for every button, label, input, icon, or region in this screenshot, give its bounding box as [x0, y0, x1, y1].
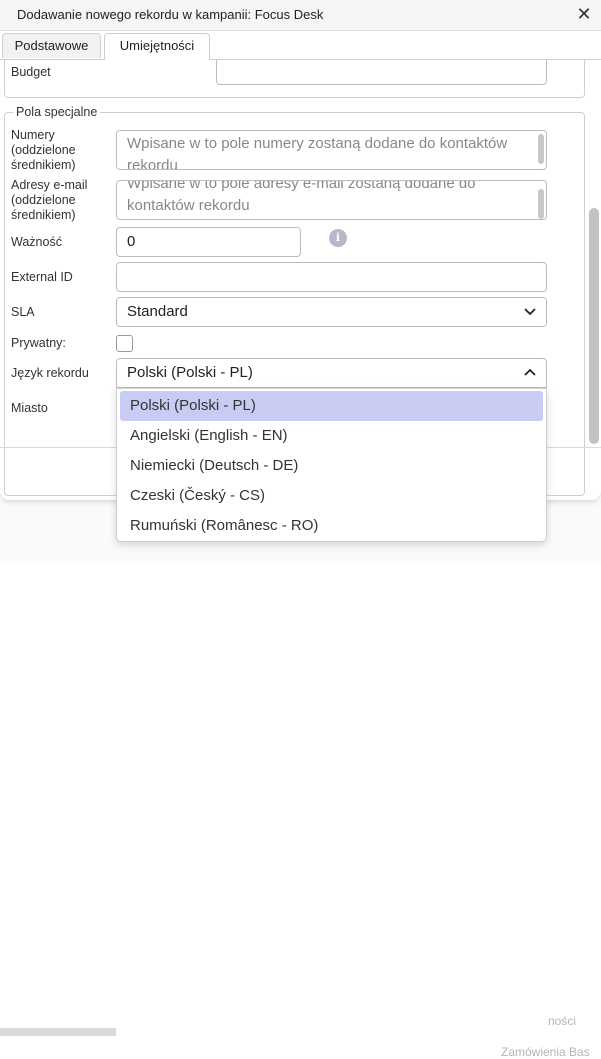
budget-label: Budget: [11, 65, 51, 79]
emails-textarea[interactable]: Wpisane w to pole adresy e-mail zostaną …: [116, 180, 547, 220]
emails-scrollbar[interactable]: [538, 189, 544, 219]
language-dropdown: Polski (Polski - PL) Angielski (English …: [116, 388, 547, 542]
close-icon[interactable]: ✕: [574, 4, 594, 24]
numbers-placeholder: Wpisane w to pole numery zostaną dodane …: [127, 135, 508, 170]
emails-placeholder: Wpisane w to pole adresy e-mail zostaną …: [127, 180, 476, 214]
tab-umiejetnosci[interactable]: Umiejętności: [104, 33, 210, 60]
background-scrollbar: [0, 1028, 116, 1036]
background-text-2: Zamówienia Bas: [501, 1045, 590, 1059]
budget-input[interactable]: [216, 60, 547, 85]
language-label: Język rekordu: [11, 366, 89, 380]
dialog-titlebar: Dodawanie nowego rekordu w kampanii: Foc…: [0, 0, 601, 31]
sla-label: SLA: [11, 305, 35, 319]
numbers-textarea[interactable]: Wpisane w to pole numery zostaną dodane …: [116, 130, 547, 170]
private-checkbox[interactable]: [116, 335, 133, 352]
city-label: Miasto: [11, 401, 48, 415]
dialog-title: Dodawanie nowego rekordu w kampanii: Foc…: [17, 7, 324, 22]
sla-value: Standard: [127, 303, 188, 320]
sla-select[interactable]: Standard: [116, 297, 547, 327]
info-icon[interactable]: i: [329, 229, 347, 247]
validity-input[interactable]: 0: [116, 227, 301, 257]
external-id-input[interactable]: [116, 262, 547, 292]
language-option-angielski[interactable]: Angielski (English - EN): [120, 421, 543, 451]
private-label: Prywatny:: [11, 336, 66, 350]
language-value: Polski (Polski - PL): [127, 364, 253, 381]
language-option-polski[interactable]: Polski (Polski - PL): [120, 391, 543, 421]
language-option-niemiecki[interactable]: Niemiecki (Deutsch - DE): [120, 451, 543, 481]
special-fields-legend: Pola specjalne: [13, 105, 101, 119]
tab-bar: Podstawowe Umiejętności: [0, 31, 601, 60]
language-option-czeski[interactable]: Czeski (Český - CS): [120, 481, 543, 511]
emails-label: Adresy e-mail (oddzielone średnikiem): [11, 178, 88, 222]
numbers-scrollbar[interactable]: [538, 134, 544, 164]
external-id-label: External ID: [11, 270, 73, 284]
numbers-label: Numery (oddzielone średnikiem): [11, 128, 76, 172]
tab-podstawowe[interactable]: Podstawowe: [2, 33, 101, 58]
chevron-down-icon: [524, 298, 536, 337]
validity-label: Ważność: [11, 235, 62, 249]
background-text-1: ności: [548, 1014, 577, 1028]
dialog-scrollbar[interactable]: [589, 208, 599, 444]
language-select[interactable]: Polski (Polski - PL): [116, 358, 547, 388]
language-option-rumunski[interactable]: Rumuński (Românesc - RO): [120, 511, 543, 541]
